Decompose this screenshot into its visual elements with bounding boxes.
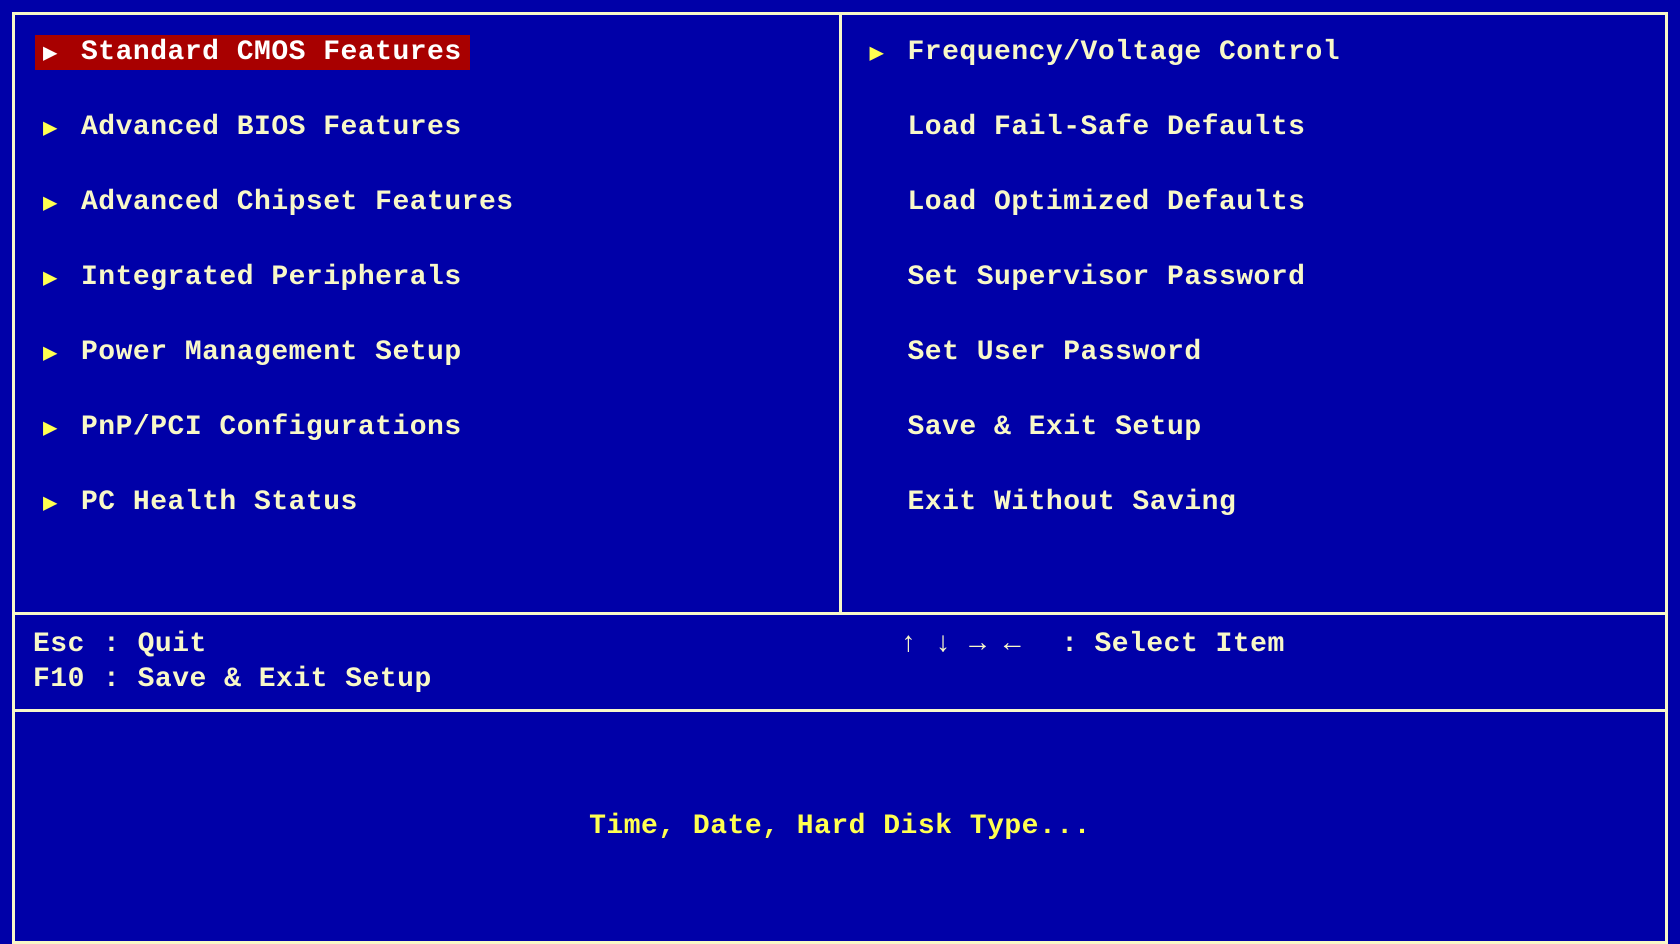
help-arrows-sep: : (1061, 629, 1078, 660)
menu-item-label: Set Supervisor Password (908, 262, 1306, 293)
menu-item-save-exit-setup[interactable]: ▶Save & Exit Setup (862, 410, 1210, 445)
submenu-arrow-icon: ▶ (43, 38, 63, 68)
help-left: Esc : Quit F10 : Save & Exit Setup (33, 629, 840, 695)
submenu-arrow-icon: ▶ (43, 113, 63, 143)
menu-item-label: Set User Password (908, 337, 1202, 368)
submenu-arrow-icon: ▶ (43, 413, 63, 443)
menu-item-label: Power Management Setup (81, 337, 462, 368)
menu-item-label: Advanced BIOS Features (81, 112, 462, 143)
menu-item-power-management-setup[interactable]: ▶ Power Management Setup (35, 335, 470, 370)
menu-column-left: ▶ Standard CMOS Features ▶ Advanced BIOS Fe… (15, 15, 842, 612)
menu-item-set-supervisor-password[interactable]: ▶Set Supervisor Password (862, 260, 1314, 295)
submenu-arrow-icon: ▶ (43, 488, 63, 518)
menu-item-label: Frequency/Voltage Control (908, 37, 1341, 68)
help-key-esc: Esc (33, 629, 93, 660)
bios-screen: ▶ Standard CMOS Features ▶ Advanced BIOS Fe… (0, 0, 1680, 944)
menu-item-label: PC Health Status (81, 487, 358, 518)
menu-item-pnp-pci-configurations[interactable]: ▶ PnP/PCI Configurations (35, 410, 470, 445)
menu-item-advanced-chipset-features[interactable]: ▶ Advanced Chipset Features (35, 185, 522, 220)
menu-item-label: Load Fail-Safe Defaults (908, 112, 1306, 143)
menu-item-set-user-password[interactable]: ▶Set User Password (862, 335, 1210, 370)
submenu-arrow-icon: ▶ (870, 38, 890, 68)
description-bar: Time, Date, Hard Disk Type... (12, 712, 1668, 944)
help-label-esc: : Quit (103, 629, 207, 660)
help-arrows-icon: ↑ ↓ → ← (900, 629, 1021, 660)
menu-item-label: Load Optimized Defaults (908, 187, 1306, 218)
help-f10: F10 : Save & Exit Setup (33, 664, 840, 695)
menu-item-label: Advanced Chipset Features (81, 187, 514, 218)
menu-item-load-fail-safe-defaults[interactable]: ▶Load Fail-Safe Defaults (862, 110, 1314, 145)
help-esc: Esc : Quit (33, 629, 840, 660)
help-bar: Esc : Quit F10 : Save & Exit Setup ↑ ↓ →… (12, 612, 1668, 712)
menu-item-standard-cmos-features[interactable]: ▶ Standard CMOS Features (35, 35, 470, 70)
menu-item-load-optimized-defaults[interactable]: ▶Load Optimized Defaults (862, 185, 1314, 220)
help-label-f10: : Save & Exit Setup (103, 664, 432, 695)
menu-item-frequency-voltage-control[interactable]: ▶ Frequency/Voltage Control (862, 35, 1349, 70)
menu-item-exit-without-saving[interactable]: ▶Exit Without Saving (862, 485, 1245, 520)
submenu-arrow-icon: ▶ (43, 263, 63, 293)
help-right: ↑ ↓ → ← : Select Item (900, 629, 1647, 695)
submenu-arrow-icon: ▶ (43, 188, 63, 218)
help-arrows-label: Select Item (1094, 629, 1284, 660)
menu-item-label: Standard CMOS Features (81, 37, 462, 68)
menu-item-label: Exit Without Saving (908, 487, 1237, 518)
help-key-f10: F10 (33, 664, 93, 695)
menu-item-pc-health-status[interactable]: ▶ PC Health Status (35, 485, 366, 520)
menu-item-advanced-bios-features[interactable]: ▶ Advanced BIOS Features (35, 110, 470, 145)
description-text: Time, Date, Hard Disk Type... (589, 811, 1091, 842)
menu-item-label: PnP/PCI Configurations (81, 412, 462, 443)
menu-item-integrated-peripherals[interactable]: ▶ Integrated Peripherals (35, 260, 470, 295)
menu-item-label: Save & Exit Setup (908, 412, 1202, 443)
menu-column-right: ▶ Frequency/Voltage Control ▶Load Fail-Saf… (842, 15, 1666, 612)
submenu-arrow-icon: ▶ (43, 338, 63, 368)
menu-item-label: Integrated Peripherals (81, 262, 462, 293)
main-menu: ▶ Standard CMOS Features ▶ Advanced BIOS Fe… (12, 12, 1668, 612)
